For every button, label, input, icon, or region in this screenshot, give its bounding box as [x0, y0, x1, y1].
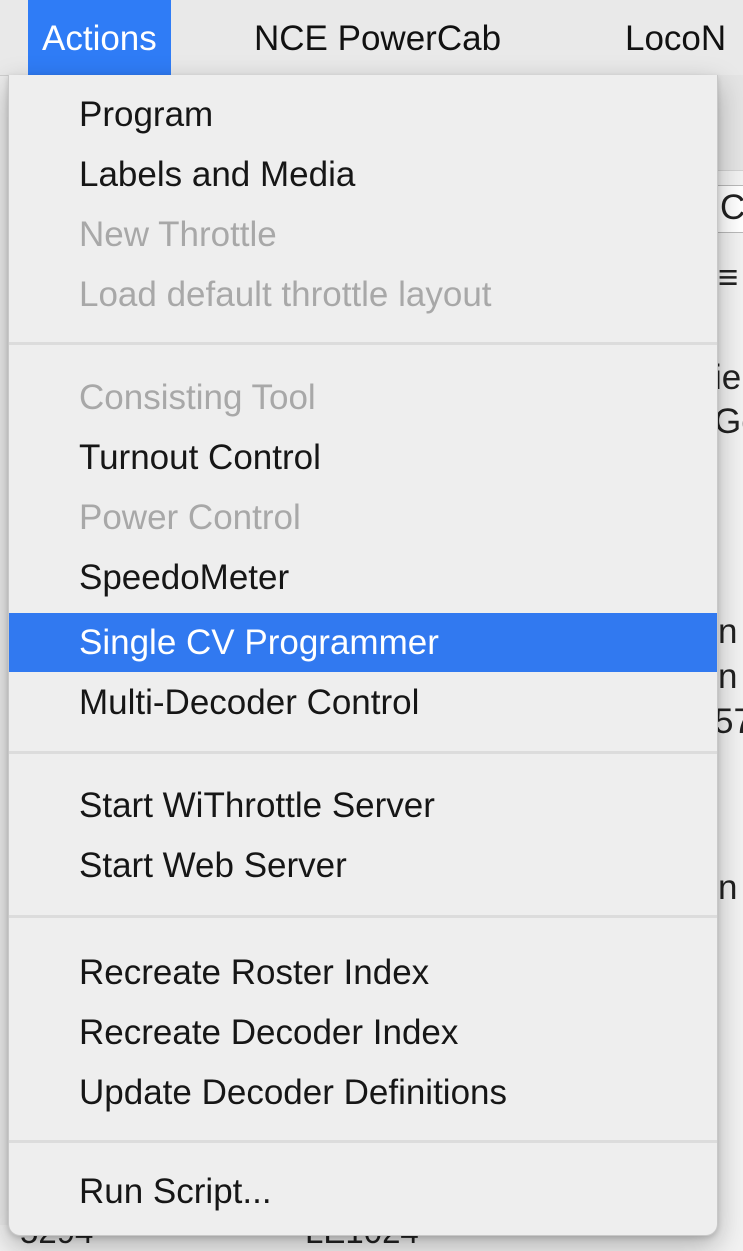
background-text: ie: [714, 358, 742, 397]
menu-item-new-throttle: New Throttle: [79, 215, 277, 254]
menu-item-multi-decoder-control[interactable]: Multi-Decoder Control: [9, 673, 717, 732]
background-text: C: [720, 188, 743, 227]
menu-separator: [9, 1140, 717, 1143]
background-text: Gc: [714, 402, 743, 441]
menu-item-update-decoder-definitions[interactable]: Update Decoder Definitions: [9, 1063, 717, 1122]
menu-nce-powercab[interactable]: NCE PowerCab: [254, 0, 501, 75]
menu-item-speedometer[interactable]: SpeedoMeter: [9, 548, 717, 607]
menu-separator: [9, 342, 717, 345]
menu-loconet[interactable]: LocoN: [625, 0, 726, 75]
menu-bar: Actions NCE PowerCab LocoN: [0, 0, 743, 76]
menu-item-run-script[interactable]: Run Script...: [9, 1162, 717, 1221]
menu-item-labels-and-media[interactable]: Labels and Media: [9, 145, 717, 204]
menu-item-single-cv-programmer[interactable]: Single CV Programmer: [9, 613, 717, 672]
background-text: ≡: [718, 258, 739, 297]
actions-dropdown-menu: Program Labels and Media New Throttle Lo…: [8, 75, 718, 1236]
menu-item-consisting-tool: Consisting Tool: [79, 378, 316, 417]
menu-item-program[interactable]: Program: [9, 85, 717, 144]
menu-separator: [9, 751, 717, 754]
background-text: n: [718, 612, 738, 651]
background-text: n: [718, 657, 738, 696]
menu-item-start-web-server[interactable]: Start Web Server: [9, 836, 717, 895]
menu-item-turnout-control[interactable]: Turnout Control: [9, 428, 717, 487]
menu-item-power-control: Power Control: [79, 498, 301, 537]
menu-item-load-default-throttle-layout: Load default throttle layout: [79, 275, 492, 314]
menu-actions[interactable]: Actions: [28, 0, 171, 75]
menu-item-recreate-decoder-index[interactable]: Recreate Decoder Index: [9, 1003, 717, 1062]
background-text: n: [718, 868, 738, 907]
background-text: 57: [714, 702, 743, 741]
menu-item-start-withrottle-server[interactable]: Start WiThrottle Server: [9, 776, 717, 835]
menu-item-recreate-roster-index[interactable]: Recreate Roster Index: [9, 943, 717, 1002]
menu-separator: [9, 915, 717, 918]
